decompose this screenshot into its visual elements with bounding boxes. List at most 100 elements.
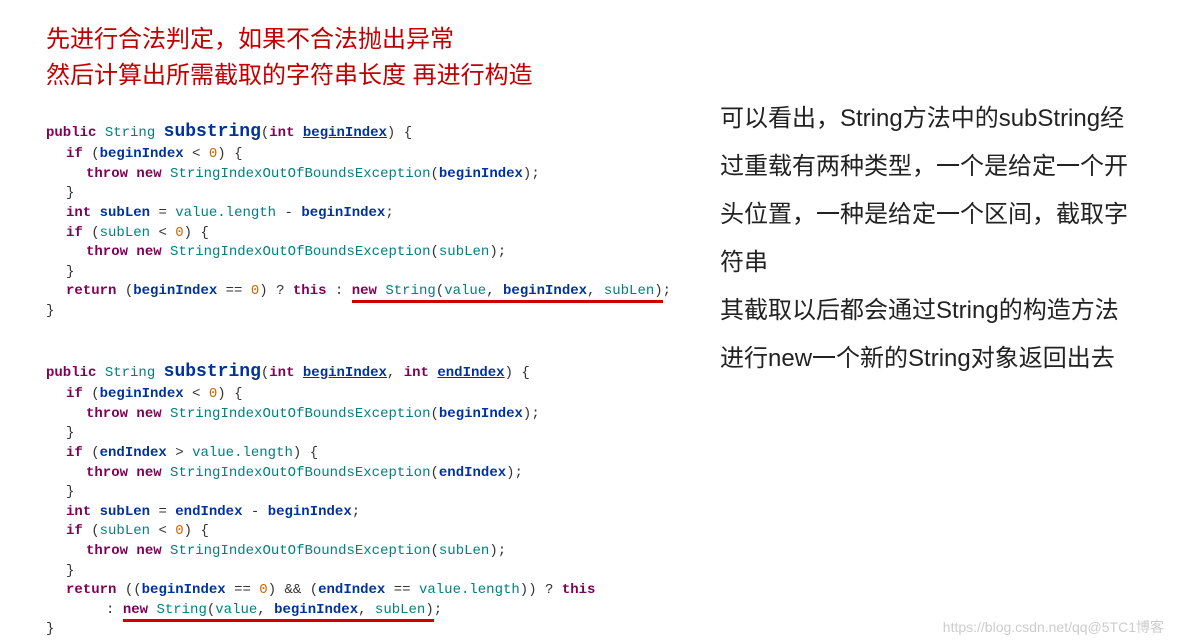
param-beginIndex: beginIndex [303, 125, 387, 141]
keyword-new: new [136, 406, 161, 422]
var-beginIndex: beginIndex [301, 205, 385, 221]
code-line: } [46, 424, 595, 444]
right-explanation: 可以看出，String方法中的subString经过重载有两种类型，一个是给定一… [720, 95, 1140, 383]
var-beginIndex: beginIndex [133, 283, 217, 299]
var-beginIndex: beginIndex [439, 406, 523, 422]
keyword-new: new [136, 244, 161, 260]
code-line: throw new StringIndexOutOfBoundsExceptio… [46, 165, 671, 185]
param-beginIndex: beginIndex [303, 365, 387, 381]
var-subLen: subLen [100, 504, 150, 520]
var-endIndex: endIndex [175, 504, 242, 520]
code-line: throw new StringIndexOutOfBoundsExceptio… [46, 542, 595, 562]
keyword-throw: throw [86, 244, 128, 260]
method-name: substring [164, 122, 261, 142]
code-block-substring-2: public String substring(int beginIndex, … [46, 360, 595, 640]
keyword-new: new [123, 602, 148, 618]
code-line: return ((beginIndex == 0) && (endIndex =… [46, 581, 595, 601]
keyword-if: if [66, 146, 83, 162]
code-line: : new String(value, beginIndex, subLen); [46, 601, 595, 621]
exception-class: StringIndexOutOfBoundsException [170, 406, 430, 422]
keyword-this: this [293, 283, 327, 299]
keyword-new: new [136, 465, 161, 481]
code-line: throw new StringIndexOutOfBoundsExceptio… [46, 405, 595, 425]
var-beginIndex: beginIndex [100, 146, 184, 162]
code-line: if (beginIndex < 0) { [46, 385, 595, 405]
num-zero: 0 [259, 582, 267, 598]
var-subLen: subLen [439, 244, 489, 260]
code-line: if (beginIndex < 0) { [46, 145, 671, 165]
exception-class: StringIndexOutOfBoundsException [170, 166, 430, 182]
code-block-substring-1: public String substring(int beginIndex) … [46, 120, 671, 322]
var-subLen: subLen [100, 205, 150, 221]
right-paragraph-2: 其截取以后都会通过String的构造方法进行new一个新的String对象返回出… [720, 287, 1140, 383]
exception-class: StringIndexOutOfBoundsException [170, 465, 430, 481]
var-endIndex: endIndex [318, 582, 385, 598]
keyword-if: if [66, 523, 83, 539]
code-line: throw new StringIndexOutOfBoundsExceptio… [46, 464, 595, 484]
code-line: return (beginIndex == 0) ? this : new St… [46, 282, 671, 302]
keyword-return: return [66, 283, 116, 299]
watermark-text: https://blog.csdn.net/qq@5TC1博客 [943, 617, 1164, 637]
code-line: } [46, 184, 671, 204]
keyword-new: new [352, 283, 377, 299]
keyword-this: this [562, 582, 596, 598]
code-line: int subLen = value.length - beginIndex; [46, 204, 671, 224]
code-line: throw new StringIndexOutOfBoundsExceptio… [46, 243, 671, 263]
keyword-new: new [136, 166, 161, 182]
var-beginIndex: beginIndex [503, 283, 587, 299]
code-line: public String substring(int beginIndex) … [46, 120, 671, 145]
expr-value-length: value.length [192, 445, 293, 461]
header-line-1: 先进行合法判定，如果不合法抛出异常 [46, 22, 533, 58]
var-endIndex: endIndex [100, 445, 167, 461]
header-line-2: 然后计算出所需截取的字符串长度 再进行构造 [46, 58, 533, 94]
type-string: String [156, 602, 206, 618]
expr-value-length: value.length [419, 582, 520, 598]
keyword-throw: throw [86, 543, 128, 559]
var-value: value [444, 283, 486, 299]
new-string-expression: new String(value, beginIndex, subLen) [352, 283, 663, 303]
code-line: public String substring(int beginIndex, … [46, 360, 595, 385]
var-beginIndex: beginIndex [100, 386, 184, 402]
exception-class: StringIndexOutOfBoundsException [170, 543, 430, 559]
type-string: String [385, 283, 435, 299]
var-endIndex: endIndex [439, 465, 506, 481]
num-zero: 0 [209, 386, 217, 402]
keyword-public: public [46, 125, 96, 141]
code-line: } [46, 483, 595, 503]
var-subLen: subLen [439, 543, 489, 559]
keyword-new: new [136, 543, 161, 559]
keyword-return: return [66, 582, 116, 598]
param-endIndex: endIndex [437, 365, 504, 381]
var-subLen: subLen [100, 523, 150, 539]
code-line: } [46, 562, 595, 582]
num-zero: 0 [175, 523, 183, 539]
var-subLen: subLen [100, 225, 150, 241]
exception-class: StringIndexOutOfBoundsException [170, 244, 430, 260]
keyword-int: int [269, 365, 294, 381]
keyword-int: int [66, 205, 91, 221]
keyword-int: int [66, 504, 91, 520]
header-text: 先进行合法判定，如果不合法抛出异常 然后计算出所需截取的字符串长度 再进行构造 [46, 22, 533, 94]
code-line: } [46, 263, 671, 283]
var-beginIndex: beginIndex [268, 504, 352, 520]
keyword-throw: throw [86, 465, 128, 481]
var-value: value [215, 602, 257, 618]
num-zero: 0 [209, 146, 217, 162]
right-paragraph-1: 可以看出，String方法中的subString经过重载有两种类型，一个是给定一… [720, 95, 1140, 287]
code-line: } [46, 302, 671, 322]
new-string-expression: new String(value, beginIndex, subLen) [123, 602, 434, 622]
keyword-int: int [404, 365, 429, 381]
var-subLen: subLen [604, 283, 654, 299]
keyword-if: if [66, 225, 83, 241]
keyword-public: public [46, 365, 96, 381]
code-line: } [46, 620, 595, 640]
keyword-throw: throw [86, 166, 128, 182]
code-line: if (endIndex > value.length) { [46, 444, 595, 464]
num-zero: 0 [175, 225, 183, 241]
var-beginIndex: beginIndex [439, 166, 523, 182]
method-name: substring [164, 362, 261, 382]
type-string: String [105, 365, 155, 381]
type-string: String [105, 125, 155, 141]
var-beginIndex: beginIndex [274, 602, 358, 618]
keyword-if: if [66, 445, 83, 461]
